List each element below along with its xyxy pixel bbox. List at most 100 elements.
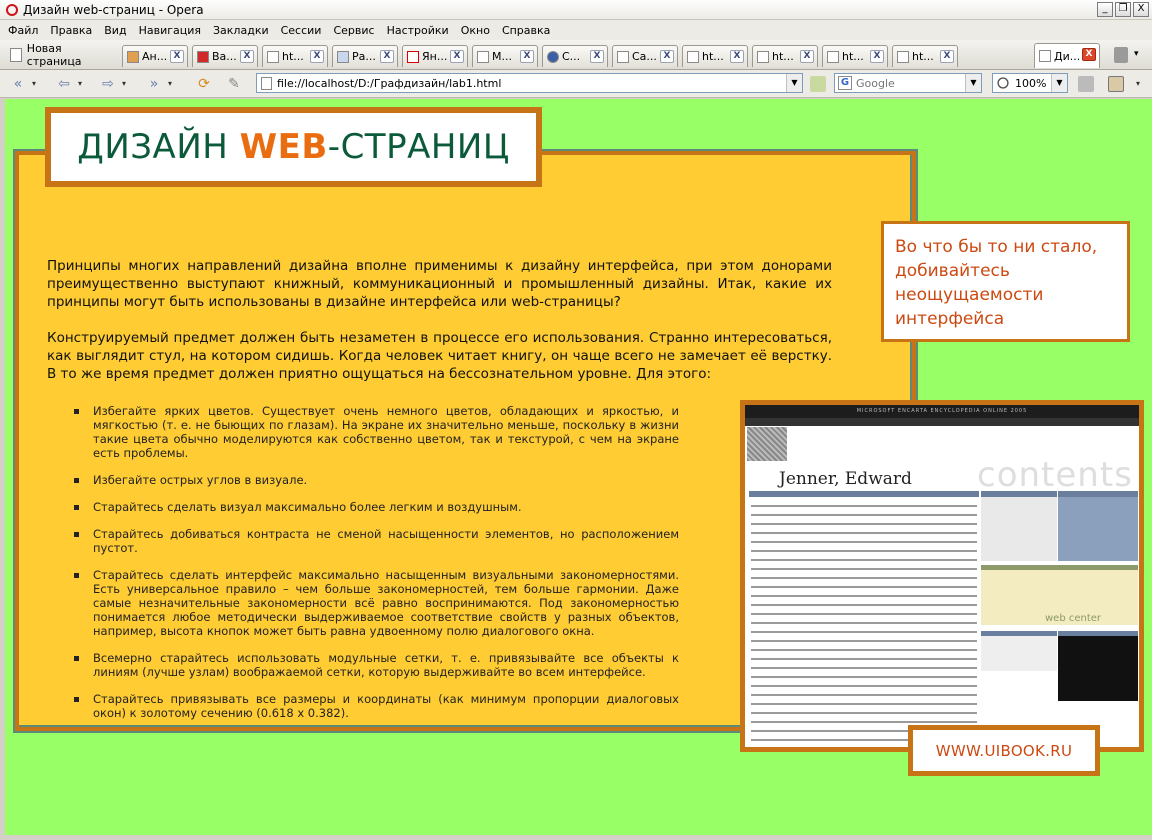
- reload-icon[interactable]: ⟳: [194, 75, 214, 93]
- menu-tools[interactable]: Сервис: [327, 24, 380, 37]
- menu-bar: Файл Правка Вид Навигация Закладки Сесси…: [0, 20, 1152, 40]
- rewind-icon[interactable]: «: [8, 75, 28, 93]
- minimize-button[interactable]: _: [1097, 2, 1113, 17]
- fast-forward-icon[interactable]: »: [144, 75, 164, 93]
- tab-close-icon[interactable]: X: [520, 50, 534, 63]
- tab[interactable]: М... X: [472, 45, 538, 67]
- tab-close-icon[interactable]: X: [730, 50, 744, 63]
- new-tab-button[interactable]: Новая страница: [4, 42, 118, 68]
- page-title-accent: WEB: [239, 127, 328, 167]
- rewind-dropdown-icon[interactable]: ▾: [30, 75, 38, 93]
- tab-close-icon[interactable]: X: [380, 50, 394, 63]
- back-dropdown-icon[interactable]: ▾: [76, 75, 84, 93]
- list-item: Избегайте ярких цветов. Существует очень…: [71, 404, 679, 460]
- tab-close-icon[interactable]: X: [310, 50, 324, 63]
- intro-text: Принципы многих направлений дизайна впол…: [47, 257, 832, 401]
- window-title: Дизайн web-страниц - Opera: [23, 2, 204, 17]
- tab-close-icon[interactable]: X: [590, 50, 604, 63]
- example-screenshot: MICROSOFT ENCARTA ENCYCLOPEDIA ONLINE 20…: [740, 400, 1144, 752]
- list-item: Старайтесь сделать интерфейс максимально…: [71, 568, 679, 638]
- forward-icon[interactable]: ⇨: [98, 75, 118, 93]
- tab-active[interactable]: Ди... X: [1034, 43, 1100, 68]
- tab[interactable]: С... X: [542, 45, 608, 67]
- tab[interactable]: ht... X: [682, 45, 748, 67]
- tab-close-icon[interactable]: X: [870, 50, 884, 63]
- address-field[interactable]: file://localhost/D:/Графдизайн/lab1.html…: [256, 73, 803, 93]
- edit-page-icon[interactable]: ✎: [224, 75, 244, 93]
- page-favicon-icon: [687, 50, 699, 63]
- forward-dropdown-icon[interactable]: ▾: [120, 75, 128, 93]
- tab-close-icon[interactable]: X: [660, 50, 674, 63]
- tab-close-icon[interactable]: X: [240, 50, 254, 63]
- screenshot-related-box: [981, 491, 1057, 561]
- tab-bar: Новая страница Ан... X Ва... X ht... X Ра..…: [0, 40, 1152, 70]
- page-favicon-icon: [477, 50, 489, 63]
- zoom-icon: [997, 77, 1009, 89]
- lock-icon[interactable]: [1078, 76, 1094, 92]
- menu-view[interactable]: Вид: [98, 24, 132, 37]
- new-tab-label: Новая страница: [26, 42, 82, 68]
- search-field[interactable]: G ▼: [834, 73, 982, 93]
- tab-close-icon[interactable]: X: [940, 50, 954, 63]
- list-item: Старайтесь привязывать все размеры и коо…: [71, 692, 679, 720]
- screenshot-article-strip: [749, 491, 979, 497]
- tab-close-icon[interactable]: X: [1082, 48, 1096, 61]
- yandex-favicon-icon: [407, 50, 419, 63]
- zoom-field[interactable]: 100% ▼: [992, 73, 1068, 93]
- tab[interactable]: Са... X: [612, 45, 678, 67]
- address-toolbar: « ▾ ⇦ ▾ ⇨ ▾ » ▾ ⟳ ✎ file://localhost/D:/…: [0, 70, 1152, 98]
- close-button[interactable]: X: [1133, 2, 1149, 17]
- menu-file[interactable]: Файл: [2, 24, 44, 37]
- quote-box: Во что бы то ни стало, добивайтесь неощу…: [881, 221, 1130, 342]
- tab-close-icon[interactable]: X: [450, 50, 464, 63]
- site-link-box: WWW.UIBOOK.RU: [908, 725, 1100, 776]
- globe-favicon-icon: [547, 50, 559, 63]
- site-link[interactable]: WWW.UIBOOK.RU: [913, 730, 1095, 771]
- maximize-button[interactable]: ❐: [1115, 2, 1131, 17]
- menu-edit[interactable]: Правка: [44, 24, 98, 37]
- trash-icon[interactable]: [1114, 47, 1128, 63]
- zoom-dropdown-icon[interactable]: ▼: [1051, 74, 1067, 92]
- panel-toggle-icon[interactable]: [1108, 76, 1124, 92]
- page-favicon-icon: [1039, 50, 1051, 62]
- address-dropdown-icon[interactable]: ▼: [786, 74, 802, 92]
- screenshot-nav: [745, 418, 1139, 426]
- new-page-icon: [10, 48, 22, 62]
- e1-favicon-icon: [197, 50, 209, 63]
- fast-forward-dropdown-icon[interactable]: ▾: [166, 75, 174, 93]
- panel-dropdown-icon[interactable]: ▾: [1134, 75, 1142, 93]
- go-icon[interactable]: [810, 76, 826, 92]
- tab[interactable]: ht... X: [752, 45, 818, 67]
- tab[interactable]: Ва... X: [192, 45, 258, 67]
- page-icon: [261, 76, 272, 90]
- screenshot-webcenter-label: web center: [1045, 613, 1102, 624]
- menu-sessions[interactable]: Сессии: [275, 24, 328, 37]
- tab[interactable]: ht... X: [892, 45, 958, 67]
- tab-close-icon[interactable]: X: [800, 50, 814, 63]
- menu-window[interactable]: Окно: [455, 24, 496, 37]
- page-favicon-icon: [267, 50, 279, 63]
- tab[interactable]: ht... X: [262, 45, 328, 67]
- search-input[interactable]: [856, 76, 968, 90]
- search-dropdown-icon[interactable]: ▼: [965, 74, 981, 92]
- page-favicon-icon: [897, 50, 909, 63]
- screenshot-contents-label: contents: [977, 455, 1133, 495]
- back-icon[interactable]: ⇦: [54, 75, 74, 93]
- list-item: Старайтесь сделать визуал максимально бо…: [71, 500, 679, 514]
- trash-dropdown-icon[interactable]: ▾: [1134, 49, 1139, 59]
- tab-close-icon[interactable]: X: [170, 50, 184, 63]
- tab[interactable]: Ра... X: [332, 45, 398, 67]
- address-url: file://localhost/D:/Графдизайн/lab1.html: [277, 76, 502, 90]
- menu-settings[interactable]: Настройки: [381, 24, 455, 37]
- menu-navigation[interactable]: Навигация: [133, 24, 207, 37]
- menu-help[interactable]: Справка: [496, 24, 556, 37]
- page-viewport: ДИЗАЙН WEB-СТРАНИЦ Принципы многих напра…: [5, 99, 1152, 835]
- screenshot-sidebar-box: [981, 631, 1057, 671]
- tab[interactable]: ht... X: [822, 45, 888, 67]
- portrait-image: [747, 427, 787, 461]
- tab[interactable]: Ан... X: [122, 45, 188, 67]
- menu-bookmarks[interactable]: Закладки: [207, 24, 275, 37]
- window-title-bar[interactable]: Дизайн web-страниц - Opera _ ❐ X: [0, 0, 1152, 20]
- tab[interactable]: Ян... X: [402, 45, 468, 67]
- status-bar: [0, 835, 1152, 840]
